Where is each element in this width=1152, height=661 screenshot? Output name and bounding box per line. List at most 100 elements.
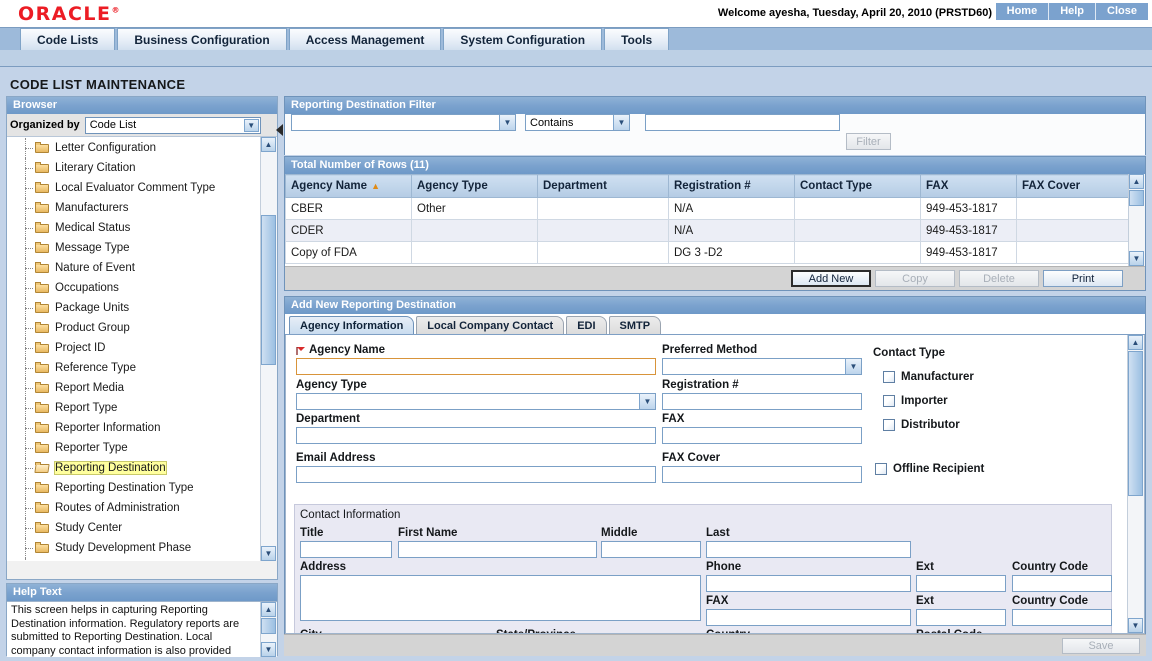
phone-country-code-input[interactable] <box>1012 575 1112 592</box>
print-button[interactable]: Print <box>1043 270 1123 287</box>
home-link[interactable]: Home <box>995 3 1050 20</box>
table-row[interactable]: CDER N/A 949-453-1817 <box>285 219 1130 242</box>
nav-tab-tools[interactable]: Tools <box>604 28 670 50</box>
save-button[interactable]: Save <box>1062 637 1140 654</box>
phone-input[interactable] <box>706 575 911 592</box>
table-scroll-down-button[interactable]: ▼ <box>1129 251 1144 266</box>
registration-number-input[interactable] <box>662 393 862 410</box>
copy-button[interactable]: Copy <box>875 270 955 287</box>
tree-item[interactable]: Reporter Type <box>7 438 261 458</box>
tree-scrollbar[interactable]: ▲ ▼ <box>260 137 277 561</box>
form-scrollbar[interactable]: ▲ ▼ <box>1127 335 1144 633</box>
address-textarea[interactable] <box>300 575 701 621</box>
tree-item[interactable]: Project ID <box>7 338 261 358</box>
help-scrollbar[interactable]: ▲ ▼ <box>260 602 277 657</box>
tree-item[interactable]: Literary Citation <box>7 158 261 178</box>
form-scroll-down-button[interactable]: ▼ <box>1128 618 1143 633</box>
tree-item[interactable]: Reporting Destination <box>7 458 261 478</box>
table-column-header[interactable]: FAX <box>920 174 1017 198</box>
tree-item[interactable]: Manufacturers <box>7 198 261 218</box>
distributor-checkbox[interactable] <box>883 419 895 431</box>
tree-item[interactable]: Study Development Phase <box>7 538 261 558</box>
tree-item[interactable]: Product Group <box>7 318 261 338</box>
tree-item[interactable]: Reporting Destination Type <box>7 478 261 498</box>
close-link[interactable]: Close <box>1096 3 1148 20</box>
table-row[interactable]: CBER Other N/A 949-453-1817 <box>285 197 1130 220</box>
tree-scroll-up-button[interactable]: ▲ <box>261 137 276 152</box>
help-scroll-up-button[interactable]: ▲ <box>261 602 276 617</box>
manufacturer-checkbox[interactable] <box>883 371 895 383</box>
table-column-header[interactable]: Contact Type <box>794 174 921 198</box>
preferred-method-select[interactable]: ▼ <box>662 358 862 375</box>
table-column-header[interactable]: FAX Cover <box>1016 174 1130 198</box>
agency-name-input[interactable] <box>296 358 656 375</box>
tree-item[interactable]: Reference Type <box>7 358 261 378</box>
table-row[interactable]: Copy of FDA DG 3 -D2 949-453-1817 <box>285 241 1130 264</box>
organized-by-select[interactable]: Code List ▼ <box>84 116 261 134</box>
table-scrollbar-thumb[interactable] <box>1129 190 1144 206</box>
last-name-input[interactable] <box>706 541 911 558</box>
help-link[interactable]: Help <box>1049 3 1097 20</box>
tree-item[interactable]: Routes of Administration <box>7 498 261 518</box>
table-column-header[interactable]: Department <box>537 174 669 198</box>
chevron-down-icon[interactable]: ▼ <box>243 118 259 132</box>
importer-checkbox[interactable] <box>883 395 895 407</box>
fax-country-code-input[interactable] <box>1012 609 1112 626</box>
tree-item[interactable]: Nature of Event <box>7 258 261 278</box>
tree-item[interactable]: Local Evaluator Comment Type <box>7 178 261 198</box>
tree-item[interactable]: Medical Status <box>7 218 261 238</box>
tree-item[interactable]: Report Type <box>7 398 261 418</box>
tree-item[interactable]: Message Type <box>7 238 261 258</box>
middle-name-input[interactable] <box>601 541 701 558</box>
tree-item[interactable]: Occupations <box>7 278 261 298</box>
chevron-down-icon[interactable]: ▼ <box>499 115 515 130</box>
filter-field-select[interactable]: ▼ <box>291 114 516 131</box>
tree-item[interactable]: Letter Configuration <box>7 138 261 158</box>
contact-fax-input[interactable] <box>706 609 911 626</box>
form-scrollbar-thumb[interactable] <box>1128 351 1143 496</box>
offline-recipient-checkbox[interactable] <box>875 463 887 475</box>
tree-item[interactable]: User Sites <box>7 558 261 561</box>
fax-input[interactable] <box>662 427 862 444</box>
first-name-input[interactable] <box>398 541 597 558</box>
tab-smtp[interactable]: SMTP <box>608 316 662 334</box>
delete-button[interactable]: Delete <box>959 270 1039 287</box>
filter-value-input[interactable] <box>645 114 840 131</box>
help-scroll-down-button[interactable]: ▼ <box>261 642 276 657</box>
nav-tab-business-configuration[interactable]: Business Configuration <box>117 28 287 50</box>
tab-local-company-contact[interactable]: Local Company Contact <box>416 316 565 334</box>
tree-item[interactable]: Package Units <box>7 298 261 318</box>
help-scrollbar-thumb[interactable] <box>261 618 276 634</box>
tree-item[interactable]: Report Media <box>7 378 261 398</box>
phone-ext-input[interactable] <box>916 575 1006 592</box>
collapse-panel-icon[interactable] <box>276 124 283 136</box>
form-scroll-up-button[interactable]: ▲ <box>1128 335 1143 350</box>
table-scrollbar[interactable]: ▲ ▼ <box>1128 174 1145 266</box>
table-column-header[interactable]: Agency Type <box>411 174 538 198</box>
table-column-header[interactable]: Registration # <box>668 174 795 198</box>
filter-operator-select[interactable]: Contains ▼ <box>525 114 630 131</box>
fax-cover-input[interactable] <box>662 466 862 483</box>
nav-tab-system-configuration[interactable]: System Configuration <box>443 28 603 50</box>
table-scroll-up-button[interactable]: ▲ <box>1129 174 1144 189</box>
nav-tab-code-lists[interactable]: Code Lists <box>20 28 116 50</box>
agency-type-select[interactable]: ▼ <box>296 393 656 410</box>
add-new-button[interactable]: Add New <box>791 270 871 287</box>
department-input[interactable] <box>296 427 656 444</box>
tab-edi[interactable]: EDI <box>566 316 607 334</box>
tree-item[interactable]: Study Center <box>7 518 261 538</box>
nav-tab-access-management[interactable]: Access Management <box>288 28 442 50</box>
tree-scrollbar-thumb[interactable] <box>261 215 276 365</box>
email-address-input[interactable] <box>296 466 656 483</box>
chevron-down-icon[interactable]: ▼ <box>845 359 861 374</box>
tree-scroll-down-button[interactable]: ▼ <box>261 546 276 561</box>
chevron-down-icon[interactable]: ▼ <box>639 394 655 409</box>
chevron-down-icon[interactable]: ▼ <box>613 115 629 130</box>
title-input[interactable] <box>300 541 392 558</box>
tree-item[interactable]: Reporter Information <box>7 418 261 438</box>
table-column-header[interactable]: Agency Name ▲ <box>285 174 412 198</box>
tab-agency-information[interactable]: Agency Information <box>289 316 415 334</box>
code-list-tree[interactable]: Letter Configuration Literary Citation Loc… <box>7 137 277 561</box>
fax-ext-input[interactable] <box>916 609 1006 626</box>
filter-button[interactable]: Filter <box>846 133 891 150</box>
